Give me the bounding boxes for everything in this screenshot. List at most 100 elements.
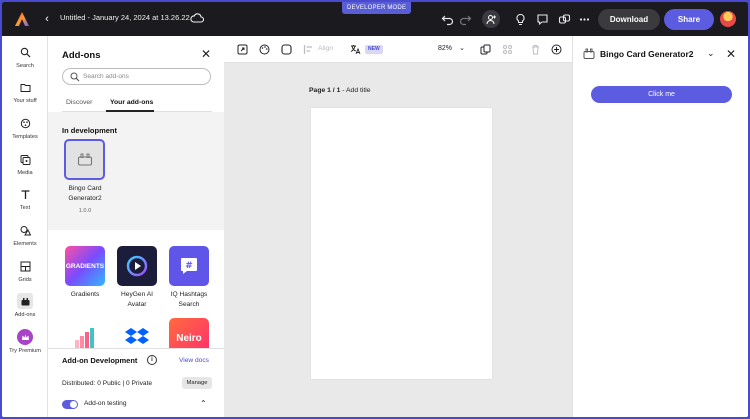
info-icon[interactable]: i bbox=[147, 355, 157, 365]
heygen-tile bbox=[117, 246, 157, 286]
addons-tabs: Discover Your add-ons bbox=[62, 96, 212, 112]
distributed-label: Distributed: bbox=[62, 380, 96, 387]
share-button[interactable]: Share bbox=[664, 9, 714, 30]
arrange-icon[interactable] bbox=[501, 43, 514, 56]
translate-icon[interactable] bbox=[349, 43, 362, 56]
layers-icon[interactable] bbox=[479, 43, 492, 56]
crown-icon bbox=[17, 329, 33, 345]
align-label[interactable]: Align bbox=[318, 45, 333, 52]
rail-item-addons[interactable]: Add-ons bbox=[2, 293, 48, 318]
elements-icon bbox=[17, 222, 33, 238]
chevron-up-icon[interactable]: ⌃ bbox=[200, 399, 207, 408]
media-icon bbox=[17, 151, 33, 167]
in-development-heading: In development bbox=[62, 126, 118, 135]
align-icon[interactable] bbox=[302, 43, 315, 56]
neiro-tile-text: Neiro bbox=[176, 332, 202, 344]
rail-item-media[interactable]: Media bbox=[2, 151, 48, 176]
top-bar: ‹ Untitled - January 24, 2024 at 13.26.2… bbox=[2, 2, 748, 36]
tab-discover[interactable]: Discover bbox=[66, 99, 92, 106]
svg-text:#: # bbox=[185, 261, 193, 271]
gradients-tile: GRADIENTS bbox=[65, 246, 105, 286]
download-button[interactable]: Download bbox=[598, 9, 660, 30]
rail-item-text[interactable]: Text bbox=[2, 186, 48, 211]
search-addons-field[interactable] bbox=[62, 68, 211, 85]
dev-addon-version: 1.0.0 bbox=[78, 208, 92, 214]
search-icon bbox=[70, 72, 80, 82]
person-add-icon bbox=[486, 14, 496, 24]
view-docs-link[interactable]: View docs bbox=[179, 357, 209, 364]
user-avatar[interactable] bbox=[720, 11, 736, 27]
addon-name: HeyGen AI Avatar bbox=[121, 291, 153, 308]
addon-name: Gradients bbox=[70, 291, 100, 298]
rail-item-search[interactable]: Search bbox=[2, 44, 48, 69]
addons-icon bbox=[17, 293, 33, 309]
addon-development-footer: Add-on Development i View docs Distribut… bbox=[48, 348, 224, 417]
addon-iq-hashtags[interactable]: # IQ Hashtags Search bbox=[163, 246, 215, 310]
heygen-logo-icon bbox=[126, 255, 148, 277]
iq-hashtags-tile: # bbox=[169, 246, 209, 286]
addon-panel-title: Bingo Card Generator2 bbox=[600, 49, 694, 59]
redo-icon[interactable] bbox=[457, 11, 473, 27]
addon-side-panel: Bingo Card Generator2 ⌄ ✕ Click me bbox=[572, 36, 748, 417]
addon-heygen[interactable]: HeyGen AI Avatar bbox=[111, 246, 163, 310]
in-development-section: In development Bingo Card Generator2 1.0… bbox=[48, 112, 224, 230]
templates-icon bbox=[17, 115, 33, 131]
undo-icon[interactable] bbox=[439, 11, 455, 27]
shape-icon[interactable] bbox=[280, 43, 293, 56]
editor-toolbar: Align NEW 82% ⌄ bbox=[224, 36, 572, 63]
document-title[interactable]: Untitled - January 24, 2024 at 13.26.22 bbox=[60, 13, 190, 22]
color-palette-icon[interactable] bbox=[258, 43, 271, 56]
grids-icon bbox=[17, 258, 33, 274]
add-page-icon[interactable] bbox=[550, 43, 563, 56]
panel-title: Add-ons bbox=[62, 50, 101, 61]
more-options-icon[interactable] bbox=[576, 11, 592, 27]
addons-panel: Add-ons ✕ Discover Your add-ons In devel… bbox=[48, 36, 224, 417]
dev-addon-name: Bingo Card Generator2 bbox=[68, 185, 102, 202]
zoom-level[interactable]: 82% bbox=[438, 45, 452, 52]
back-chevron-icon[interactable]: ‹ bbox=[40, 11, 54, 27]
search-icon bbox=[17, 44, 33, 60]
hashtag-icon: # bbox=[181, 258, 197, 274]
chevron-down-icon[interactable]: ⌄ bbox=[707, 48, 715, 59]
page-number: Page 1 / 1 bbox=[309, 87, 341, 94]
rail-item-templates[interactable]: Templates bbox=[2, 115, 48, 140]
addon-gradients[interactable]: GRADIENTS Gradients bbox=[59, 246, 111, 300]
resize-icon[interactable] bbox=[236, 43, 249, 56]
folder-icon bbox=[17, 79, 33, 95]
rail-item-grids[interactable]: Grids bbox=[2, 258, 48, 283]
app-window: ‹ Untitled - January 24, 2024 at 13.26.2… bbox=[2, 2, 748, 417]
canvas-page[interactable] bbox=[311, 108, 492, 379]
canvas-area: Align NEW 82% ⌄ Page 1 / 1 - Add title bbox=[224, 36, 572, 417]
invite-user-button[interactable] bbox=[482, 10, 500, 28]
addon-testing-toggle[interactable] bbox=[62, 400, 78, 409]
rail-item-try-premium[interactable]: Try Premium bbox=[2, 329, 48, 354]
tab-your-addons[interactable]: Your add-ons bbox=[110, 99, 153, 106]
distributed-status: Distributed: 0 Public | 0 Private bbox=[62, 380, 152, 387]
gradients-tile-text: GRADIENTS bbox=[65, 262, 105, 270]
left-rail: Search Your stuff Templates Media Text E… bbox=[2, 36, 48, 417]
close-icon[interactable]: ✕ bbox=[726, 47, 736, 61]
zoom-chevron-down-icon[interactable]: ⌄ bbox=[459, 44, 465, 52]
addon-testing-label: Add-on testing bbox=[84, 400, 127, 407]
dev-addon-card[interactable] bbox=[64, 139, 105, 180]
click-me-button[interactable]: Click me bbox=[591, 86, 732, 103]
addon-development-title: Add-on Development bbox=[62, 356, 138, 365]
cloud-icon[interactable] bbox=[190, 12, 204, 24]
adobe-express-logo-icon[interactable] bbox=[14, 11, 30, 27]
manage-button[interactable]: Manage bbox=[182, 377, 212, 389]
distributed-value: 0 Public | 0 Private bbox=[97, 380, 153, 387]
text-icon bbox=[17, 186, 33, 202]
add-title-link[interactable]: - Add title bbox=[340, 87, 370, 94]
rail-item-your-stuff[interactable]: Your stuff bbox=[2, 79, 48, 104]
share-link-icon[interactable] bbox=[556, 11, 572, 27]
addon-plug-icon bbox=[583, 48, 595, 59]
rail-item-elements[interactable]: Elements bbox=[2, 222, 48, 247]
close-panel-icon[interactable]: ✕ bbox=[200, 48, 212, 60]
addon-plug-icon bbox=[77, 153, 92, 166]
search-input[interactable] bbox=[83, 71, 203, 82]
trash-icon[interactable] bbox=[529, 43, 542, 56]
page-label[interactable]: Page 1 / 1 - Add title bbox=[309, 87, 371, 94]
comment-icon[interactable] bbox=[534, 11, 550, 27]
lightbulb-icon[interactable] bbox=[512, 11, 528, 27]
new-badge: NEW bbox=[365, 45, 383, 54]
